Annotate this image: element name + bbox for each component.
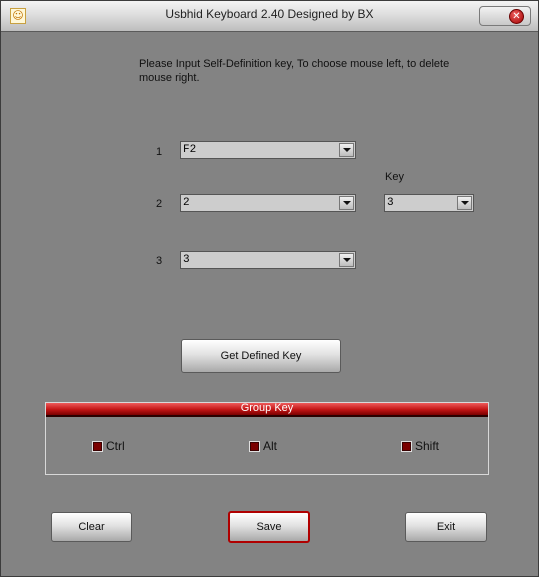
group-key-title: Group Key xyxy=(240,402,294,414)
close-button[interactable]: ✕ xyxy=(479,6,531,26)
row-1-number: 1 xyxy=(156,146,163,158)
key-column-label: Key xyxy=(385,171,404,183)
save-button[interactable]: Save xyxy=(228,511,310,543)
key-2-dropdown[interactable]: 2 xyxy=(180,194,356,212)
app-window: ☺ Usbhid Keyboard 2.40 Designed by BX ✕ … xyxy=(0,0,539,577)
key-1-value: F2 xyxy=(183,144,197,156)
row-3-number: 3 xyxy=(156,255,163,267)
chevron-down-icon[interactable] xyxy=(339,143,354,157)
title-bar[interactable]: ☺ Usbhid Keyboard 2.40 Designed by BX ✕ xyxy=(1,1,538,32)
window-title: Usbhid Keyboard 2.40 Designed by BX xyxy=(165,7,374,21)
key-3-dropdown[interactable]: 3 xyxy=(180,251,356,269)
key-column-dropdown[interactable]: 3 xyxy=(384,194,474,212)
chevron-down-icon[interactable] xyxy=(457,196,472,210)
key-3-value: 3 xyxy=(183,254,190,266)
instruction-text: Please Input Self-Definition key, To cho… xyxy=(139,58,450,84)
ctrl-label: Ctrl xyxy=(106,439,125,453)
clear-button[interactable]: Clear xyxy=(51,512,132,542)
group-key-header: Group Key xyxy=(46,402,488,417)
close-icon: ✕ xyxy=(509,9,524,24)
alt-label: Alt xyxy=(263,439,278,453)
key-column-value: 3 xyxy=(387,197,394,209)
exit-button[interactable]: Exit xyxy=(405,512,487,542)
shift-label: Shift xyxy=(415,439,440,453)
group-key-box: Group Key Ctrl Alt Shift xyxy=(45,402,489,475)
shift-checkbox[interactable] xyxy=(401,441,412,452)
ctrl-checkbox[interactable] xyxy=(92,441,103,452)
row-2-number: 2 xyxy=(156,198,163,210)
chevron-down-icon[interactable] xyxy=(339,196,354,210)
key-2-value: 2 xyxy=(183,197,190,209)
chevron-down-icon[interactable] xyxy=(339,253,354,267)
get-defined-key-button[interactable]: Get Defined Key xyxy=(181,339,341,373)
alt-checkbox[interactable] xyxy=(249,441,260,452)
key-1-dropdown[interactable]: F2 xyxy=(180,141,356,159)
